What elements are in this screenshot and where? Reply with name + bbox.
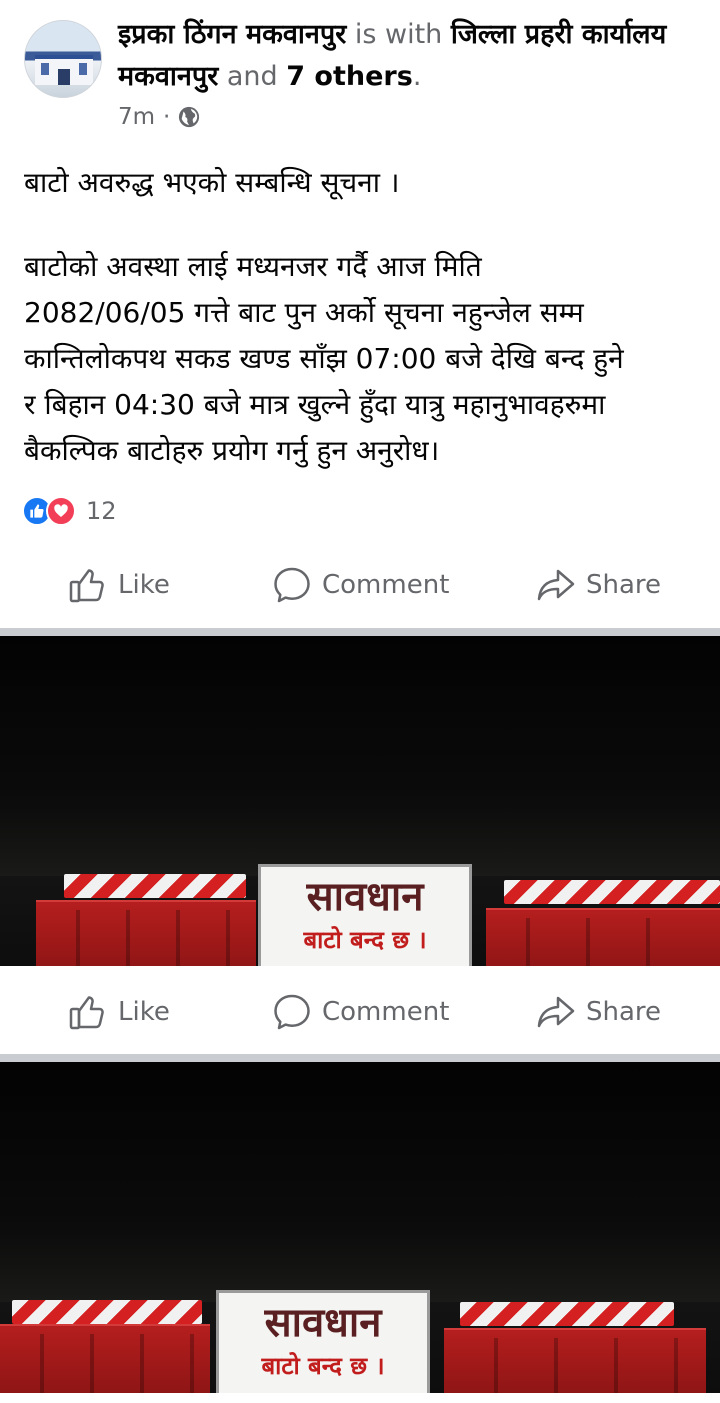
sign-title: सावधान	[306, 873, 424, 920]
author-name[interactable]: इप्रका ठिंगन मकवानपुर	[118, 19, 346, 50]
share-label: Share	[586, 570, 662, 600]
post-header: इप्रका ठिंगन मकवानपुर is with जिल्ला प्र…	[0, 0, 720, 140]
post-action-bar: Like Comment Share	[0, 545, 720, 625]
post-text-line: बाटोको अवस्था लाई मध्यनजर गर्दै आज मिति	[24, 250, 482, 283]
road-barrier	[36, 900, 256, 966]
sign-subtitle: बाटो बन्द छ ।	[261, 1352, 385, 1380]
meta-separator: ·	[163, 104, 171, 130]
sign-subtitle: बाटो बन्द छ ।	[303, 926, 427, 954]
comment-label: Comment	[322, 997, 450, 1027]
road-barrier	[444, 1328, 706, 1393]
post-text-line: बैकल्पिक बाटोहरु प्रयोग गर्नु हुन अनुरोध…	[24, 434, 440, 467]
post-photo[interactable]: सावधान बाटो बन्द छ ।	[0, 636, 720, 966]
barrier-stripes	[504, 880, 720, 904]
post-text-line: र बिहान 04:30 बजे मात्र खुल्ने हुँदा यात…	[24, 388, 606, 421]
thumbs-up-icon	[69, 569, 104, 603]
post-body: बाटो अवरुद्ध भएको सम्बन्धि सूचना । बाटोक…	[24, 160, 704, 474]
section-divider	[0, 1054, 720, 1062]
like-label: Like	[118, 997, 170, 1027]
barrier-stripes	[64, 874, 246, 898]
thumbs-up-icon	[69, 996, 104, 1030]
author-avatar[interactable]	[24, 20, 102, 98]
with-text: is with	[354, 19, 443, 50]
comment-icon	[274, 994, 310, 1030]
road-barrier	[486, 908, 720, 966]
post-meta: 7m ·	[118, 104, 200, 130]
others-link[interactable]: 7 others	[286, 61, 413, 92]
post-text-line: 2082/06/05 गत्ते बाट पुन अर्को सूचना नहु…	[24, 296, 584, 329]
share-icon	[537, 569, 575, 601]
photo-action-bar: Like Comment Share	[0, 972, 720, 1052]
share-label: Share	[586, 997, 662, 1027]
comment-icon	[274, 567, 310, 603]
reaction-count: 12	[86, 497, 117, 525]
post-text-line: कान्तिलोकपथ सकड खण्ड साँझ 07:00 बजे देखि…	[24, 342, 624, 375]
share-icon	[537, 996, 575, 1028]
reactions-summary[interactable]: 12	[22, 494, 117, 528]
road-barrier	[0, 1324, 210, 1393]
and-text: and	[226, 61, 278, 92]
barrier-stripes	[12, 1300, 202, 1324]
share-button[interactable]: Share	[536, 992, 661, 1032]
barrier-stripes	[460, 1302, 674, 1326]
globe-icon[interactable]	[178, 106, 200, 128]
post-text-line: बाटो अवरुद्ध भएको सम्बन्धि सूचना ।	[24, 166, 400, 199]
like-button[interactable]: Like	[68, 992, 170, 1032]
comment-label: Comment	[322, 570, 450, 600]
warning-sign: सावधान बाटो बन्द छ ।	[216, 1290, 430, 1393]
like-label: Like	[118, 570, 170, 600]
post-time[interactable]: 7m	[118, 104, 155, 130]
love-reaction-icon	[46, 496, 76, 526]
sign-title: सावधान	[264, 1299, 382, 1346]
share-button[interactable]: Share	[536, 565, 661, 605]
comment-button[interactable]: Comment	[272, 565, 449, 605]
comment-button[interactable]: Comment	[272, 992, 449, 1032]
period-text: .	[412, 61, 422, 92]
post-header-text: इप्रका ठिंगन मकवानपुर is with जिल्ला प्र…	[118, 14, 698, 98]
like-button[interactable]: Like	[68, 565, 170, 605]
warning-sign: सावधान बाटो बन्द छ ।	[258, 864, 472, 966]
post-photo[interactable]: सावधान बाटो बन्द छ ।	[0, 1062, 720, 1393]
section-divider	[0, 628, 720, 636]
